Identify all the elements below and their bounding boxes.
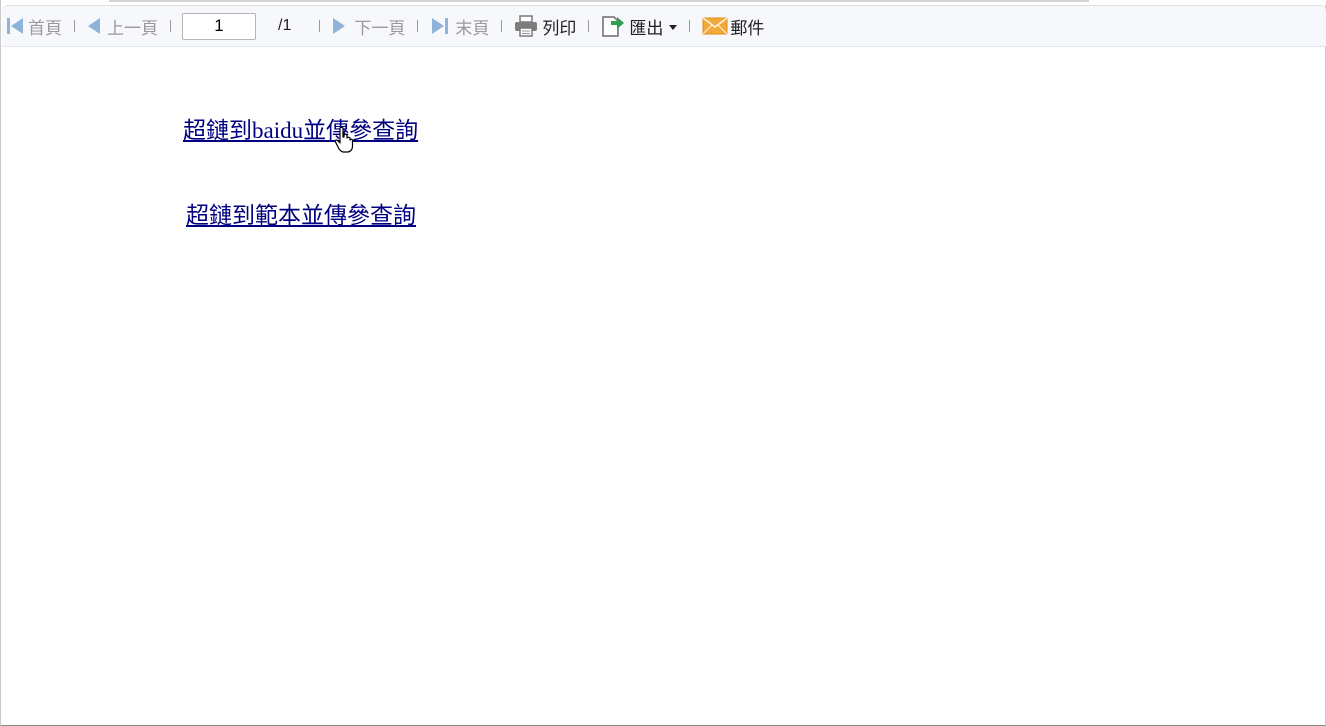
prev-page-button[interactable]: 上一頁 (87, 11, 158, 41)
toolbar-separator (170, 20, 171, 32)
chevron-down-icon (669, 24, 678, 30)
hyperlink-baidu-query[interactable]: 超鏈到baidu並傳參查詢 (183, 111, 418, 145)
toolbar-separator (689, 20, 691, 32)
next-page-button[interactable]: 下一頁 (332, 11, 405, 41)
print-label: 列印 (542, 18, 577, 39)
first-page-label: 首頁 (28, 18, 62, 39)
hyperlink-template-query[interactable]: 超鏈到範本並傳參查詢 (186, 196, 416, 230)
toolbar-separator (417, 20, 419, 32)
last-page-icon (430, 17, 449, 35)
prev-page-label: 上一頁 (107, 18, 158, 39)
toolbar-separator (74, 20, 75, 32)
export-dropdown-button[interactable]: 匯出 (601, 11, 678, 41)
mail-button[interactable]: 郵件 (702, 11, 764, 41)
first-page-button[interactable]: 首頁 (6, 11, 62, 41)
toolbar-separator (319, 20, 321, 32)
top-scroll-indicator (109, 0, 1089, 2)
prev-page-icon (87, 17, 101, 35)
report-toolbar: 首頁 上一頁 /1 下一頁 (2, 5, 1326, 47)
envelope-icon (702, 16, 728, 36)
next-page-label: 下一頁 (354, 18, 406, 39)
report-viewer-window: 首頁 上一頁 /1 下一頁 (0, 0, 1326, 726)
last-page-button[interactable]: 末頁 (430, 11, 489, 41)
last-page-label: 末頁 (455, 18, 490, 39)
page-total-label: /1 (278, 17, 292, 34)
next-page-icon (332, 17, 346, 35)
page-number-input[interactable] (182, 12, 256, 40)
export-icon (601, 14, 625, 38)
print-button[interactable]: 列印 (514, 11, 576, 41)
export-label: 匯出 (629, 18, 664, 39)
first-page-icon (6, 17, 25, 35)
report-content: 超鏈到baidu並傳參查詢 超鏈到範本並傳參查詢 (1, 47, 1326, 725)
toolbar-separator (588, 20, 590, 32)
toolbar-separator (501, 20, 503, 32)
mail-label: 郵件 (730, 18, 765, 39)
printer-icon (514, 15, 538, 37)
